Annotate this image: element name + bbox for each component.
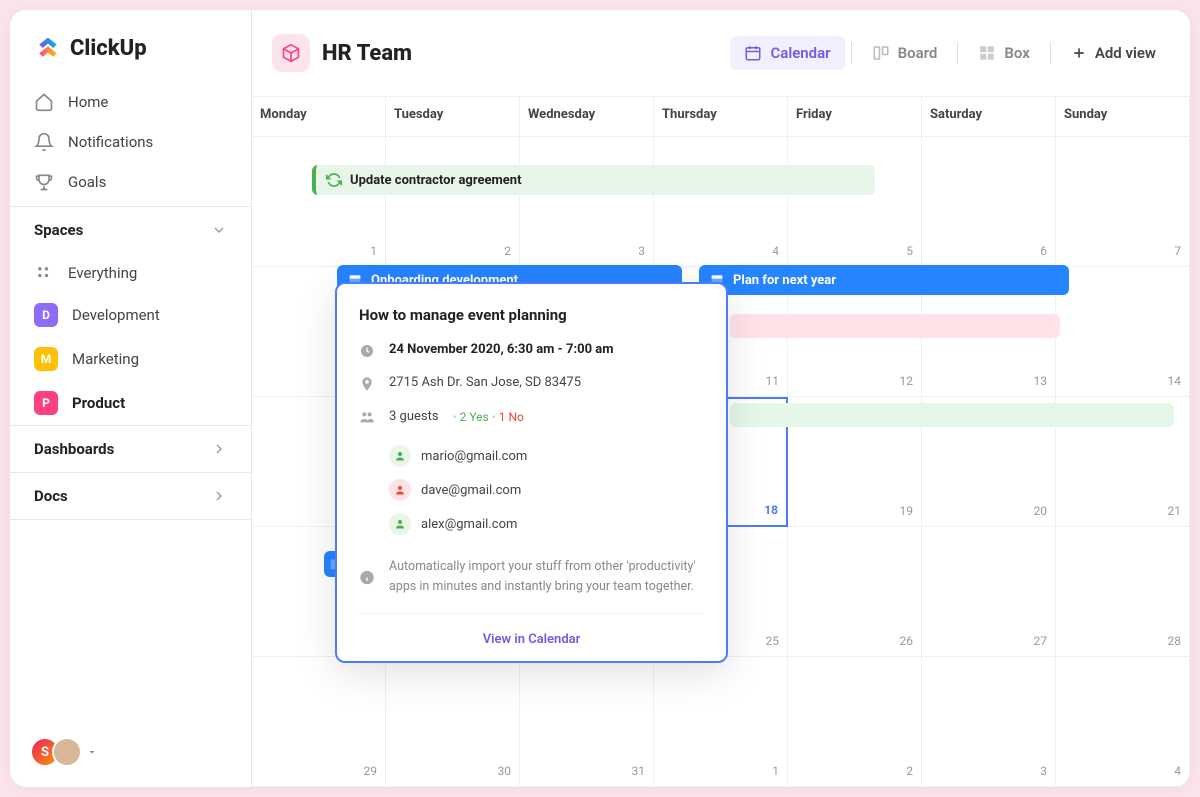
- user-icon: [389, 513, 411, 535]
- view-calendar[interactable]: Calendar: [730, 36, 844, 70]
- space-label: Product: [72, 394, 125, 412]
- calendar-cell[interactable]: 3: [922, 657, 1056, 787]
- calendar-cell[interactable]: 2: [386, 137, 520, 267]
- add-view-button[interactable]: Add view: [1057, 36, 1170, 70]
- event-block-pink[interactable]: [730, 314, 1060, 338]
- space-badge: P: [34, 391, 58, 415]
- calendar-cell[interactable]: 4: [1056, 657, 1190, 787]
- view-box[interactable]: Box: [964, 36, 1043, 70]
- space-marketing[interactable]: M Marketing: [10, 337, 251, 381]
- nav-notifications[interactable]: Notifications: [22, 122, 239, 162]
- chevron-down-icon: [86, 746, 98, 758]
- workspace-badge: [272, 34, 310, 72]
- view-switcher: Calendar Board Box Add view: [730, 36, 1170, 70]
- main-content: HR Team Calendar Board Box: [252, 10, 1190, 787]
- day-header: Thursday: [654, 97, 788, 137]
- guests-count: 3 guests: [389, 409, 439, 424]
- calendar-cell[interactable]: 30: [386, 657, 520, 787]
- calendar-cell[interactable]: 3: [520, 137, 654, 267]
- dashboards-header[interactable]: Dashboards: [10, 425, 251, 472]
- calendar-cell[interactable]: 2: [788, 657, 922, 787]
- user-icon: [389, 445, 411, 467]
- event-plan[interactable]: Plan for next year: [699, 265, 1069, 295]
- space-badge: D: [34, 303, 58, 327]
- day-header: Monday: [252, 97, 386, 137]
- users-icon: [359, 409, 375, 425]
- calendar-cell[interactable]: 1: [654, 657, 788, 787]
- user-menu[interactable]: S: [30, 737, 98, 767]
- docs-header[interactable]: Docs: [10, 472, 251, 520]
- nav-label: Goals: [68, 173, 106, 191]
- day-header: Wednesday: [520, 97, 654, 137]
- brand-name: ClickUp: [70, 36, 147, 61]
- space-development[interactable]: D Development: [10, 293, 251, 337]
- day-header: Friday: [788, 97, 922, 137]
- popover-title: How to manage event planning: [359, 306, 704, 324]
- brand-logo[interactable]: ClickUp: [10, 10, 251, 78]
- box-icon: [978, 44, 996, 62]
- space-badge: M: [34, 347, 58, 371]
- space-everything[interactable]: Everything: [10, 253, 251, 293]
- topbar: HR Team Calendar Board Box: [252, 10, 1190, 97]
- nav-goals[interactable]: Goals: [22, 162, 239, 202]
- workspace-title: HR Team: [322, 41, 412, 66]
- popover-location: 2715 Ash Dr. San Jose, SD 83475: [389, 375, 581, 392]
- nav-label: Home: [68, 93, 108, 111]
- app-window: ClickUp Home Notifications Goals Spaces …: [10, 10, 1190, 787]
- calendar-cell[interactable]: 31: [520, 657, 654, 787]
- calendar-cell[interactable]: 1: [252, 137, 386, 267]
- day-header: Saturday: [922, 97, 1056, 137]
- calendar-cell[interactable]: 29: [252, 657, 386, 787]
- space-product[interactable]: P Product: [10, 381, 251, 425]
- info-icon: [359, 558, 375, 597]
- bell-icon: [34, 132, 54, 152]
- user-icon: [389, 479, 411, 501]
- home-icon: [34, 92, 54, 112]
- nav-home[interactable]: Home: [22, 82, 239, 122]
- nav-label: Notifications: [68, 133, 153, 151]
- calendar-cell[interactable]: 28: [1056, 527, 1190, 657]
- popover-description: Automatically import your stuff from oth…: [389, 557, 704, 597]
- calendar-cell[interactable]: 26: [788, 527, 922, 657]
- chevron-right-icon: [211, 441, 227, 457]
- calendar-cell[interactable]: 6: [922, 137, 1056, 267]
- avatar: [52, 737, 82, 767]
- event-popover: How to manage event planning 24 November…: [335, 282, 728, 663]
- guest-row: dave@gmail.com: [389, 473, 704, 507]
- calendar-cell[interactable]: 7: [1056, 137, 1190, 267]
- chevron-right-icon: [211, 488, 227, 504]
- refresh-icon: [326, 172, 342, 188]
- sidebar: ClickUp Home Notifications Goals Spaces …: [10, 10, 252, 787]
- calendar-cell[interactable]: 14: [1056, 267, 1190, 397]
- clock-icon: [359, 343, 375, 359]
- grid-icon: [34, 263, 54, 283]
- space-label: Marketing: [72, 350, 139, 368]
- clickup-logo-icon: [34, 34, 62, 62]
- calendar-cell[interactable]: 27: [922, 527, 1056, 657]
- view-in-calendar-link[interactable]: View in Calendar: [483, 632, 581, 647]
- space-label: Development: [72, 306, 160, 324]
- calendar-icon: [744, 44, 762, 62]
- view-board[interactable]: Board: [858, 36, 952, 70]
- trophy-icon: [34, 172, 54, 192]
- calendar-cell[interactable]: 5: [788, 137, 922, 267]
- cube-icon: [281, 43, 301, 63]
- event-block-green[interactable]: [730, 403, 1174, 427]
- event-contractor[interactable]: Update contractor agreement: [312, 165, 875, 195]
- guest-row: mario@gmail.com: [389, 439, 704, 473]
- plus-icon: [1071, 45, 1087, 61]
- day-header: Sunday: [1056, 97, 1190, 137]
- board-icon: [872, 44, 890, 62]
- space-label: Everything: [68, 264, 137, 282]
- location-icon: [359, 376, 375, 392]
- calendar-cell[interactable]: 4: [654, 137, 788, 267]
- popover-datetime: 24 November 2020, 6:30 am - 7:00 am: [389, 342, 614, 359]
- spaces-header[interactable]: Spaces: [10, 206, 251, 253]
- day-header: Tuesday: [386, 97, 520, 137]
- chevron-down-icon: [211, 222, 227, 238]
- guest-row: alex@gmail.com: [389, 507, 704, 541]
